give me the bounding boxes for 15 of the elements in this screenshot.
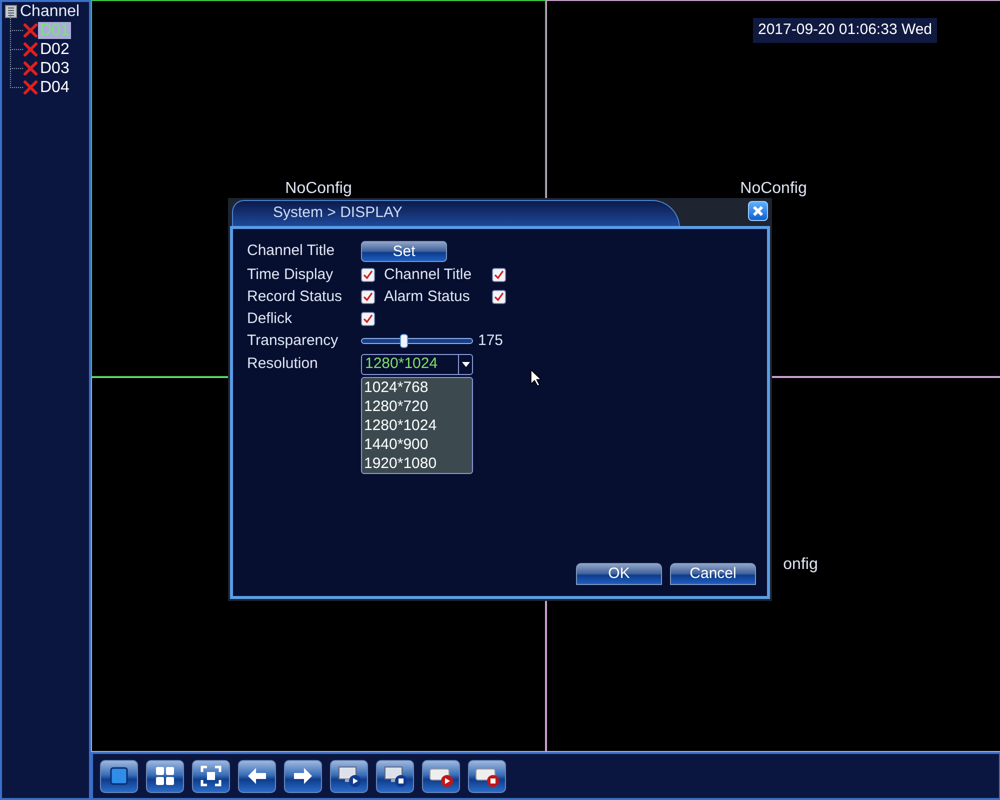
slider-value: 175	[478, 330, 504, 351]
option-label: Channel Title	[247, 241, 336, 262]
no-config-label: NoConfig	[285, 178, 352, 198]
option-label: Resolution	[247, 354, 319, 374]
no-config-label: NoConfig	[740, 178, 807, 198]
option-label: Channel Title	[384, 264, 473, 285]
dialog-title: System > DISPLAY	[273, 203, 402, 223]
clock-text: 2017-09-20 01:06:33 Wed	[753, 18, 938, 42]
option-label: Record Status	[247, 286, 344, 307]
option-label: Deflick	[247, 308, 294, 329]
option-label: Transparency	[247, 330, 340, 351]
no-config-label: onfig	[783, 554, 818, 574]
option-label: Time Display	[247, 264, 334, 285]
option-label: Alarm Status	[384, 286, 471, 307]
sidebar-title: Channel	[20, 2, 80, 22]
